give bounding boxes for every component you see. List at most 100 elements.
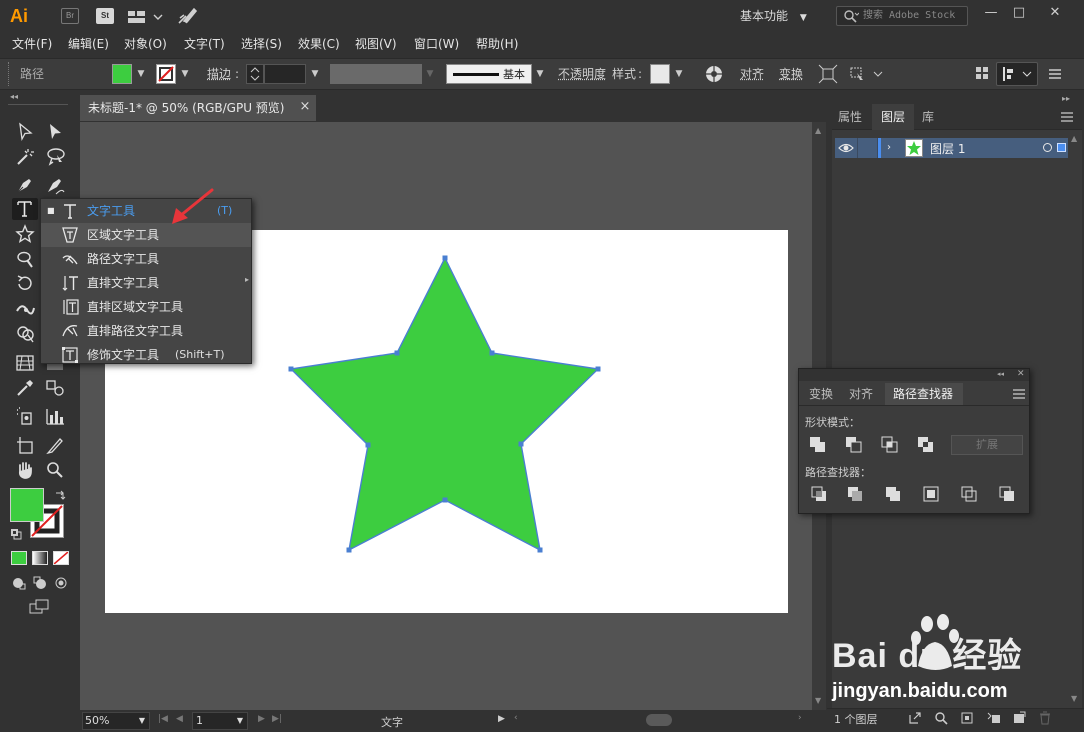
select-similar-button[interactable]: [848, 64, 884, 84]
tab-layers[interactable]: 图层: [872, 104, 914, 130]
shape-builder-tool[interactable]: [14, 323, 36, 345]
stroke-weight-stepper[interactable]: [246, 64, 264, 84]
curvature-tool[interactable]: [44, 174, 66, 196]
scroll-thumb[interactable]: [646, 714, 672, 726]
document-tab[interactable]: 未标题-1* @ 50% (RGB/GPU 预览): [80, 95, 316, 121]
tab-libraries[interactable]: 库: [916, 104, 946, 130]
fill-color-box[interactable]: [10, 488, 44, 522]
panel-title-bar[interactable]: ◂◂ ✕: [799, 369, 1029, 381]
outline-button[interactable]: [961, 486, 979, 504]
star-path[interactable]: [289, 256, 600, 552]
star-shape[interactable]: [280, 250, 610, 560]
make-clipping-mask-button[interactable]: [960, 711, 974, 725]
stroke-weight-label[interactable]: 描边: [207, 66, 231, 82]
paintbrush-tool[interactable]: [14, 248, 36, 270]
default-fill-stroke-button[interactable]: [10, 528, 22, 540]
flyout-item-type-tool[interactable]: ■ 文字工具 (T): [41, 199, 251, 223]
arrange-documents-button[interactable]: [128, 9, 164, 25]
fill-swatch[interactable]: [112, 64, 132, 84]
arrange-panels-button[interactable]: [975, 66, 989, 80]
merge-button[interactable]: [885, 486, 903, 504]
swap-fill-stroke-button[interactable]: [54, 489, 66, 501]
minus-front-button[interactable]: [845, 436, 863, 454]
stroke-dropdown[interactable]: ▼: [178, 64, 192, 84]
flyout-item-touch-type-tool[interactable]: 修饰文字工具 (Shift+T): [41, 343, 251, 367]
stock-search-input[interactable]: 搜索 Adobe Stock: [836, 6, 968, 26]
rotate-tool[interactable]: [14, 273, 36, 295]
menu-window[interactable]: 窗口(W): [414, 36, 459, 52]
perspective-grid-tool[interactable]: [14, 352, 36, 374]
star-tool[interactable]: [14, 223, 36, 245]
type-tool[interactable]: [12, 198, 38, 220]
menu-view[interactable]: 视图(V): [355, 36, 397, 52]
unite-button[interactable]: [809, 436, 827, 454]
pathfinder-menu-button[interactable]: [1013, 389, 1025, 399]
align-options-button[interactable]: [996, 62, 1038, 86]
stroke-weight-dropdown[interactable]: ▼: [308, 64, 322, 84]
collapse-dock-icon[interactable]: ▸▸: [1062, 94, 1070, 103]
column-graph-tool[interactable]: [44, 405, 66, 427]
scroll-left-icon[interactable]: ‹: [514, 713, 518, 723]
divide-button[interactable]: [811, 486, 829, 504]
stock-badge[interactable]: St: [96, 8, 114, 24]
draw-normal-button[interactable]: [12, 576, 26, 590]
control-bar-menu-button[interactable]: [1048, 68, 1062, 80]
new-layer-button[interactable]: [1012, 711, 1026, 725]
color-mode-button[interactable]: [11, 551, 27, 565]
bridge-badge[interactable]: Br: [61, 8, 79, 24]
flyout-tearoff-arrow[interactable]: ▸: [245, 275, 249, 284]
expand-button[interactable]: 扩展: [951, 435, 1023, 455]
variable-width-profile[interactable]: [330, 64, 422, 84]
lasso-tool[interactable]: [44, 146, 66, 168]
menu-help[interactable]: 帮助(H): [476, 36, 518, 52]
direct-selection-tool[interactable]: [44, 121, 66, 143]
menu-type[interactable]: 文字(T): [184, 36, 225, 52]
status-menu-arrow[interactable]: ▶: [498, 714, 505, 724]
selection-tool[interactable]: [14, 121, 36, 143]
horizontal-scrollbar[interactable]: ‹ ›: [512, 712, 812, 728]
crop-button[interactable]: [923, 486, 941, 504]
layer-row[interactable]: › 图层 1: [835, 138, 1073, 158]
layer-target-icon[interactable]: [1043, 143, 1052, 152]
align-label[interactable]: 对齐: [740, 66, 764, 82]
first-artboard-button[interactable]: |◀: [158, 714, 168, 724]
maximize-button[interactable]: □: [1004, 2, 1034, 24]
delete-layer-button[interactable]: [1038, 711, 1052, 725]
symbol-sprayer-tool[interactable]: [14, 405, 36, 427]
magic-wand-tool[interactable]: [14, 146, 36, 168]
draw-inside-button[interactable]: [54, 576, 68, 590]
flyout-item-vertical-type-on-path-tool[interactable]: 直排路径文字工具: [41, 319, 251, 343]
tab-pathfinder[interactable]: 路径查找器: [885, 383, 963, 405]
blend-tool[interactable]: [44, 377, 66, 399]
close-document-button[interactable]: ×: [298, 100, 312, 114]
flyout-item-vertical-area-type-tool[interactable]: 直排区域文字工具: [41, 295, 251, 319]
prev-artboard-button[interactable]: ◀: [176, 714, 183, 724]
locate-object-button[interactable]: [934, 711, 948, 725]
new-sublayer-button[interactable]: [986, 711, 1002, 725]
tab-align[interactable]: 对齐: [843, 383, 883, 405]
artboard-navigator[interactable]: 1 ▼: [192, 712, 248, 730]
gradient-mode-button[interactable]: [32, 551, 48, 565]
screen-mode-button[interactable]: [29, 599, 51, 615]
menu-edit[interactable]: 编辑(E): [68, 36, 109, 52]
minus-back-button[interactable]: [999, 486, 1017, 504]
hand-tool[interactable]: [14, 459, 36, 481]
width-tool[interactable]: [14, 298, 36, 320]
layer-selection-indicator[interactable]: [1057, 143, 1066, 152]
draw-behind-button[interactable]: [33, 576, 47, 590]
none-mode-button[interactable]: [53, 551, 69, 565]
stroke-weight-input[interactable]: [264, 64, 306, 84]
exclude-button[interactable]: [917, 436, 935, 454]
layer-name[interactable]: 图层 1: [930, 140, 965, 157]
trim-button[interactable]: [847, 486, 865, 504]
scroll-up-icon[interactable]: ▲: [1071, 134, 1077, 143]
eyedropper-tool[interactable]: [14, 377, 36, 399]
graphic-style-swatch[interactable]: [650, 64, 670, 84]
slice-tool[interactable]: [44, 434, 66, 456]
pen-tool[interactable]: [14, 174, 36, 196]
close-window-button[interactable]: ✕: [1040, 2, 1070, 24]
flyout-item-area-type-tool[interactable]: 区域文字工具: [41, 223, 251, 247]
intersect-button[interactable]: [881, 436, 899, 454]
variable-width-dropdown[interactable]: ▼: [423, 64, 437, 84]
brush-dropdown[interactable]: ▼: [533, 64, 547, 84]
